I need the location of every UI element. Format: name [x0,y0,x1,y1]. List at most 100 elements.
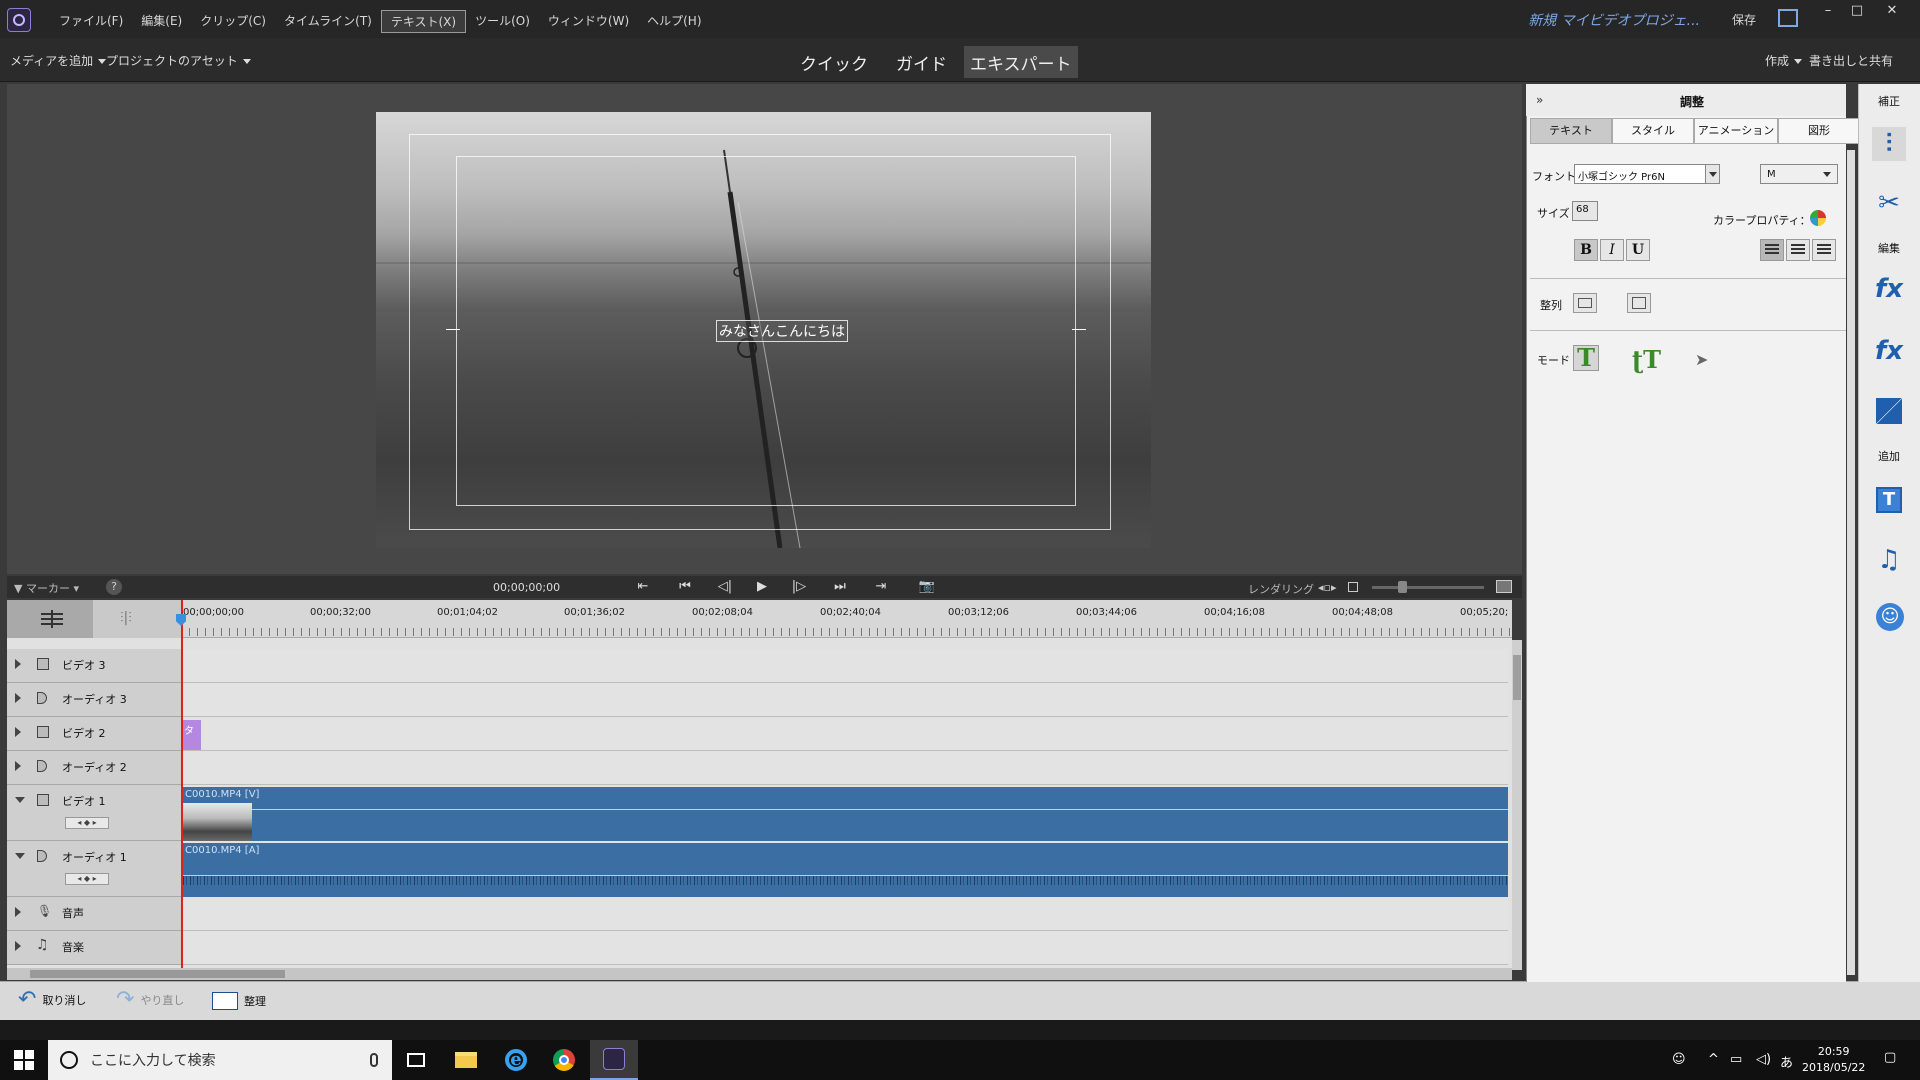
expand-triangle-icon[interactable] [15,727,21,737]
help-icon[interactable]: ? [106,579,122,595]
save-button[interactable]: 保存 [1732,11,1756,28]
center-horizontal-button[interactable] [1573,293,1597,313]
menu-file[interactable]: ファイル(F) [50,10,132,33]
taskbar-search-box[interactable]: ここに入力して検索 [48,1040,392,1080]
track-video-3[interactable] [181,649,1508,683]
go-to-end-icon[interactable]: ⇥ [872,579,890,594]
tab-text[interactable]: テキスト [1530,118,1612,144]
vertical-type-tool-icon[interactable]: ʈT [1632,345,1661,374]
chrome-button[interactable] [540,1040,588,1080]
align-left-button[interactable] [1760,239,1784,261]
track-header-audio-3[interactable]: オーディオ 3 [7,683,181,717]
ime-indicator[interactable]: あ [1780,1052,1793,1071]
audio-clip[interactable]: C0010.MP4 [A] [183,843,1508,897]
organize-button[interactable]: 整理 [212,992,266,1010]
network-icon[interactable]: ▭ [1730,1052,1742,1067]
track-video-2[interactable] [181,717,1508,751]
font-size-field[interactable]: 68 [1572,201,1598,221]
internet-explorer-button[interactable]: e [492,1040,540,1080]
font-family-select[interactable]: 小塚ゴシック Pr6N [1574,164,1720,184]
microphone-icon[interactable]: 🎙 [37,904,52,918]
fullscreen-icon[interactable] [1778,9,1798,27]
track-header-audio-2[interactable]: オーディオ 2 [7,751,181,785]
marker-dropdown[interactable]: ▼ マーカー ▾ [14,580,79,596]
track-audio-2[interactable] [181,751,1508,785]
track-header-video-2[interactable]: ビデオ 2 [7,717,181,751]
create-dropdown[interactable]: 作成 [1765,52,1802,69]
snapshot-camera-icon[interactable]: 📷 [918,579,936,594]
expand-triangle-icon[interactable] [15,907,21,917]
speaker-icon[interactable] [37,692,47,704]
people-icon[interactable]: ☺ [1672,1052,1686,1067]
keyframe-controls[interactable]: ◂ ◆ ▸ [65,817,109,829]
redo-button[interactable]: ↷ やり直し [116,989,184,1011]
notifications-icon[interactable]: ▢ [1884,1050,1896,1065]
expand-triangle-icon[interactable] [15,761,21,771]
play-icon[interactable]: ▶ [753,579,771,594]
bold-button[interactable]: B [1574,239,1598,261]
minimize-button[interactable]: – [1814,3,1842,18]
menu-tools[interactable]: ツール(O) [466,10,539,33]
track-options-button[interactable] [7,600,93,638]
opacity-rubberband[interactable] [183,809,1508,810]
keyframe-controls[interactable]: ◂ ◆ ▸ [65,873,109,885]
track-header-narration[interactable]: 音声 🎙 [7,897,181,931]
next-edit-icon[interactable]: ⏭ [831,579,849,594]
zoom-out-icon[interactable] [1348,582,1358,592]
show-hidden-icons-chevron-icon[interactable]: ^ [1708,1052,1719,1067]
titles-text-icon[interactable]: T [1876,487,1902,513]
expand-triangle-icon[interactable] [15,659,21,669]
maximize-button[interactable]: □ [1843,3,1871,18]
track-narration[interactable] [181,897,1508,931]
align-right-button[interactable] [1812,239,1836,261]
expand-triangle-icon[interactable] [15,693,21,703]
track-audio-3[interactable] [181,683,1508,717]
menu-text[interactable]: テキスト(X) [380,10,467,33]
mode-expert-tab[interactable]: エキスパート [964,46,1078,78]
undo-button[interactable]: ↶ 取り消し [18,989,86,1011]
track-header-audio-1[interactable]: オーディオ 1 ◂ ◆ ▸ [7,841,181,897]
align-center-button[interactable] [1786,239,1810,261]
volume-rubberband[interactable] [183,875,1508,876]
horizontal-scroll-thumb[interactable] [30,970,285,978]
transitions-icon[interactable] [1876,398,1902,424]
tab-style[interactable]: スタイル [1612,118,1694,144]
graphics-smiley-icon[interactable]: ☺ [1876,603,1904,631]
task-view-button[interactable] [392,1040,440,1080]
step-back-icon[interactable]: ◁| [716,579,734,594]
underline-button[interactable]: U [1626,239,1650,261]
playhead-line[interactable] [181,600,183,970]
italic-button[interactable]: I [1600,239,1624,261]
tab-animation[interactable]: アニメーション [1694,118,1778,144]
file-explorer-button[interactable] [442,1040,490,1080]
collapse-triangle-icon[interactable] [15,797,25,803]
film-icon[interactable] [37,658,49,670]
windows-start-icon[interactable] [14,1050,34,1070]
collapse-triangle-icon[interactable] [15,853,25,859]
title-clip[interactable]: タ [183,720,201,750]
add-media-dropdown[interactable]: メディアを追加 [10,52,107,69]
step-forward-icon[interactable]: |▷ [790,579,808,594]
zoom-slider-handle[interactable] [1398,581,1407,593]
mode-quick-tab[interactable]: クイック [794,46,874,78]
type-tool-icon[interactable]: T [1573,345,1599,371]
menu-help[interactable]: ヘルプ(H) [638,10,710,33]
zoom-in-icon[interactable] [1496,580,1512,593]
premiere-elements-button[interactable] [590,1040,638,1080]
microphone-icon[interactable] [370,1053,378,1067]
track-header-music[interactable]: ♫ 音楽 [7,931,181,965]
collapse-panel-icon[interactable]: » [1536,93,1543,107]
mode-guided-tab[interactable]: ガイド [890,46,953,78]
taskbar-clock[interactable]: 20:59 2018/05/22 [1802,1044,1865,1076]
track-music[interactable] [181,931,1508,965]
fit-view-icon[interactable]: ◂▫▸ [1318,581,1337,594]
speaker-icon[interactable] [37,760,47,772]
go-to-start-icon[interactable]: ⇤ [634,579,652,594]
music-icon[interactable]: ♫ [1872,543,1906,577]
speaker-icon[interactable] [37,850,47,862]
export-share-button[interactable]: 書き出しと共有 [1809,52,1893,69]
film-icon[interactable] [37,726,49,738]
effects-icon[interactable]: fx [1872,334,1906,368]
video-clip[interactable]: C0010.MP4 [V] [183,787,1508,841]
volume-icon[interactable]: ◁) [1756,1052,1771,1067]
